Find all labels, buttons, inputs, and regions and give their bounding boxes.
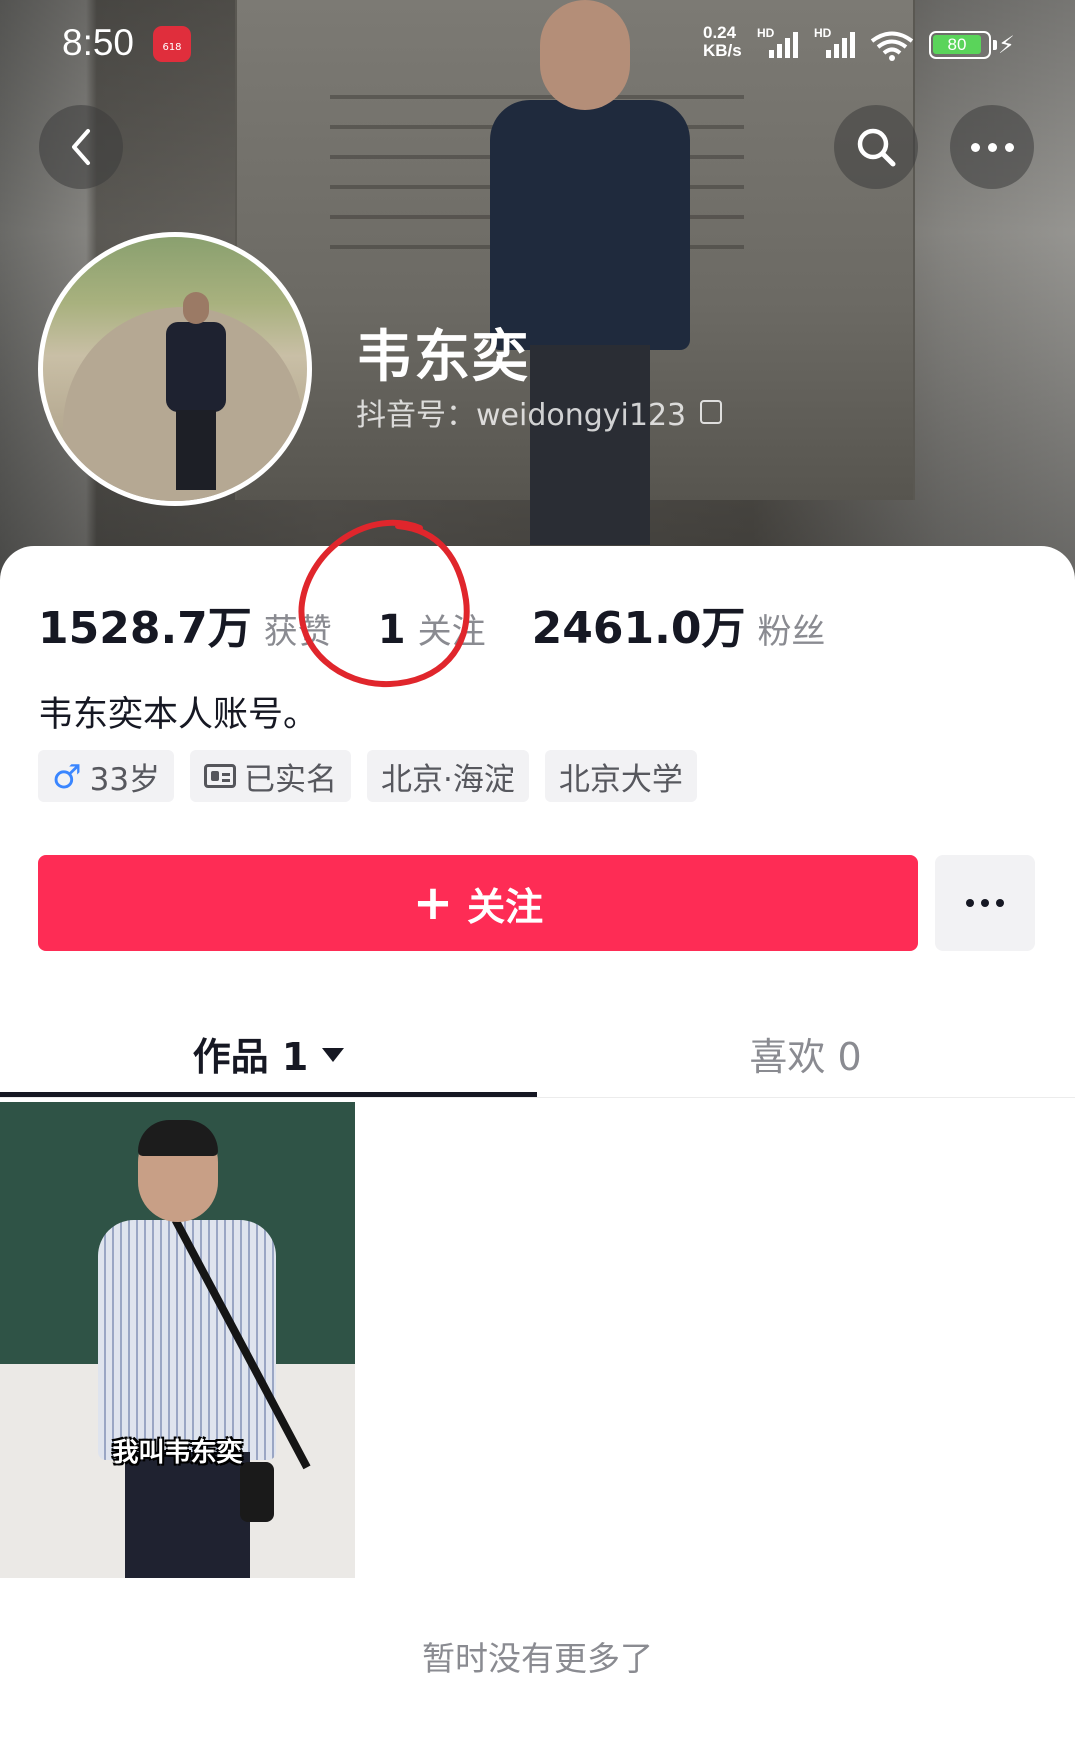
ellipsis-icon: [970, 142, 1014, 152]
age-tag: ♂ 33岁: [38, 750, 175, 802]
likes-stat[interactable]: 1528.7万 获赞: [38, 592, 332, 656]
active-tab-indicator: [0, 1092, 537, 1097]
status-time: 8:50: [62, 22, 135, 63]
copy-icon[interactable]: [700, 400, 723, 424]
battery-level: 80: [933, 35, 981, 54]
search-button[interactable]: [834, 105, 918, 189]
avatar[interactable]: [38, 232, 312, 506]
follow-button[interactable]: + 关注: [38, 855, 918, 951]
back-button[interactable]: [39, 105, 123, 189]
age-text: 33岁: [89, 761, 161, 798]
network-speed: 0.24 KB/s: [703, 23, 742, 60]
tab-works[interactable]: 作品 1: [0, 1008, 537, 1098]
profile-name: 韦东奕: [356, 325, 530, 390]
search-icon: [857, 128, 896, 167]
followers-label: 粉丝: [757, 612, 826, 652]
tab-works-label: 作品 1: [192, 1034, 309, 1079]
content-tabs: 作品 1 喜欢 0: [0, 1008, 1075, 1098]
douyin-id-text: 抖音号：weidongyi123: [356, 398, 687, 433]
more-actions-button[interactable]: [935, 855, 1035, 951]
status-bar: 8:50 618 0.24 KB/s HD HD 80 ⚡: [0, 0, 1075, 90]
likes-count: 1528.7万: [38, 603, 252, 654]
followers-stat[interactable]: 2461.0万 粉丝: [532, 592, 826, 656]
annotation-circle: [298, 519, 470, 688]
douyin-id[interactable]: 抖音号：weidongyi123: [356, 390, 723, 434]
verified-tag[interactable]: 已实名: [190, 750, 352, 802]
battery-icon: 80: [929, 31, 997, 59]
followers-count: 2461.0万: [531, 603, 746, 654]
id-card-icon: [204, 764, 237, 788]
location-text: 北京·海淀: [381, 761, 515, 798]
chevron-left-icon: [72, 129, 90, 165]
profile-bio: 韦东奕本人账号。: [38, 695, 319, 735]
caret-down-icon[interactable]: [322, 1048, 345, 1062]
video-caption: 我叫韦东奕: [112, 1438, 243, 1468]
location-tag[interactable]: 北京·海淀: [367, 750, 529, 802]
no-more-text: 暂时没有更多了: [422, 1639, 653, 1678]
male-icon: ♂: [52, 756, 82, 796]
follow-label: 关注: [467, 884, 544, 929]
school-tag[interactable]: 北京大学: [544, 750, 697, 802]
plus-icon: +: [412, 875, 454, 931]
app-notification-icon: 618: [153, 26, 191, 62]
more-options-button[interactable]: [950, 105, 1034, 189]
tab-likes[interactable]: 喜欢 0: [537, 1008, 1074, 1098]
verified-text: 已实名: [244, 761, 338, 798]
signal-sim1-icon: HD: [757, 26, 807, 60]
wifi-icon: [870, 31, 914, 61]
charging-icon: ⚡: [998, 31, 1015, 59]
video-thumbnail[interactable]: 我叫韦东奕: [0, 1102, 355, 1578]
school-text: 北京大学: [558, 761, 683, 798]
profile-tags: ♂ 33岁 已实名 北京·海淀 北京大学: [38, 750, 697, 802]
tab-likes-label: 喜欢 0: [749, 1034, 862, 1079]
signal-sim2-icon: HD: [814, 26, 864, 60]
